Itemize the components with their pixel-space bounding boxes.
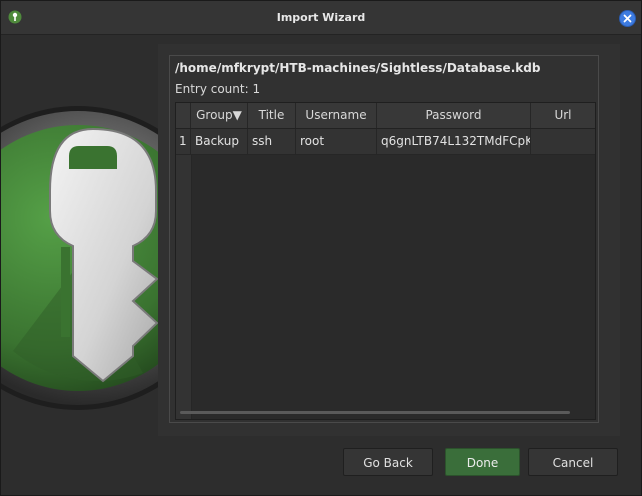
entries-table[interactable]: Group▼ Title Username Password Url 1 Bac… <box>175 102 596 420</box>
cell-group[interactable]: Backup <box>191 129 248 154</box>
entry-count-label: Entry count: <box>175 82 249 96</box>
cell-username[interactable]: root <box>296 129 377 154</box>
done-button[interactable]: Done <box>445 448 520 476</box>
cell-password[interactable]: q6gnLTB74L132TMdFCpK <box>377 129 531 154</box>
column-header-url[interactable]: Url <box>531 103 595 128</box>
button-bar: Go Back Done Cancel <box>1 441 641 495</box>
entry-count-value: 1 <box>252 82 261 96</box>
column-header-title[interactable]: Title <box>248 103 296 128</box>
import-wizard-window: Import Wizard /home/mfkrypt/HTB-machines… <box>0 0 642 496</box>
table-row[interactable]: 1 Backup ssh root q6gnLTB74L132TMdFCpK <box>176 129 595 155</box>
row-index: 1 <box>176 129 191 154</box>
close-icon <box>623 14 632 23</box>
database-path: /home/mfkrypt/HTB-machines/Sightless/Dat… <box>175 61 541 75</box>
table-header: Group▼ Title Username Password Url <box>176 103 595 129</box>
row-header-column <box>176 155 192 419</box>
cell-title[interactable]: ssh <box>248 129 296 154</box>
import-preview-frame: /home/mfkrypt/HTB-machines/Sightless/Dat… <box>169 55 599 423</box>
cell-url[interactable] <box>531 129 595 154</box>
title-bar[interactable]: Import Wizard <box>1 1 641 35</box>
cancel-button[interactable]: Cancel <box>528 448 618 476</box>
column-header-group[interactable]: Group▼ <box>191 103 248 128</box>
column-header-password[interactable]: Password <box>377 103 531 128</box>
go-back-button[interactable]: Go Back <box>343 448 433 476</box>
window-title: Import Wizard <box>276 11 366 24</box>
column-header-username[interactable]: Username <box>296 103 377 128</box>
close-button[interactable] <box>620 11 635 26</box>
entry-count: Entry count: 1 <box>175 82 260 96</box>
import-panel: /home/mfkrypt/HTB-machines/Sightless/Dat… <box>158 44 620 436</box>
horizontal-scrollbar[interactable] <box>180 411 570 414</box>
row-index-header <box>176 103 191 128</box>
